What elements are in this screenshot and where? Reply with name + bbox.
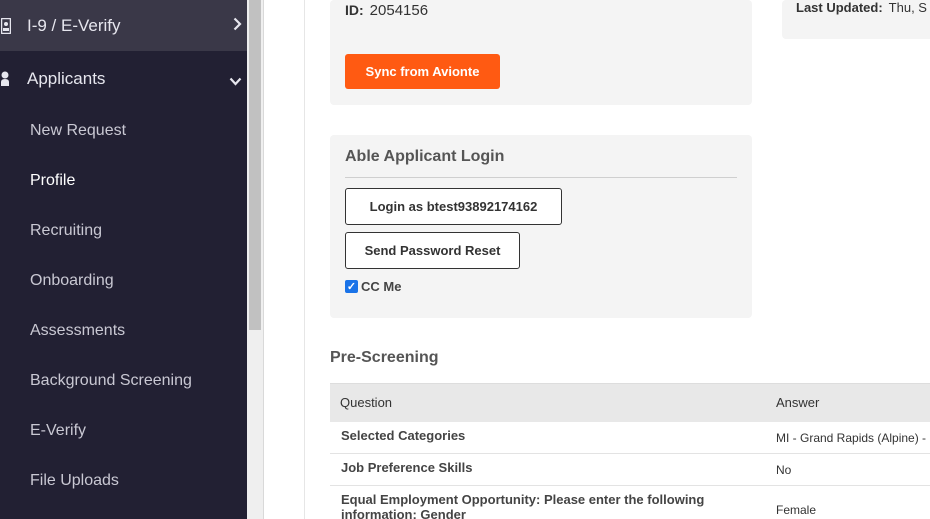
sidebar-item-i9-everify[interactable]: I-9 / E-Verify [0,0,247,51]
question-cell: Job Preference Skills [341,460,473,475]
scrollbar-thumb[interactable] [249,0,261,330]
divider [345,177,737,178]
cc-me-checkbox[interactable]: ✓ [345,280,358,293]
column-header-answer: Answer [776,395,820,410]
sidebar-item-label: I-9 / E-Verify [27,16,121,35]
sidebar-item-assessments[interactable]: Assessments [30,322,125,340]
table-row: Selected Categories MI - Grand Rapids (A… [330,422,930,454]
chevron-down-icon[interactable] [229,73,242,89]
answer-cell: Female [776,503,817,517]
section-title: Pre-Screening [330,349,439,366]
answer-cell: MI - Grand Rapids (Alpine) - [776,431,927,445]
column-header-question: Question [340,395,393,410]
sidebar-item-label: Applicants [27,69,106,88]
table-header: Question Answer [330,383,930,422]
last-updated-value: Thu, S [888,0,927,15]
applicant-id: ID: 2054156 [345,2,428,19]
sidebar-item-file-uploads[interactable]: File Uploads [30,472,119,490]
table-row: Equal Employment Opportunity: Please ent… [330,486,930,519]
chevron-right-icon[interactable] [233,17,242,34]
answer-cell: No [776,463,792,477]
sync-from-avionte-button[interactable]: Sync from Avionte [345,54,500,89]
sidebar-item-e-verify[interactable]: E-Verify [30,422,86,440]
sidebar-item-applicants[interactable]: Applicants [0,51,247,106]
sidebar-item-profile[interactable]: Profile [30,172,75,190]
cc-me-label: CC Me [361,279,402,294]
sidebar-item-new-request[interactable]: New Request [30,122,126,140]
user-icon [0,70,12,86]
sidebar-item-recruiting[interactable]: Recruiting [30,222,102,240]
id-value: 2054156 [369,2,429,19]
login-as-applicant-button[interactable]: Login as btest93892174162 [345,188,562,225]
last-updated-label: Last Updated: [796,0,883,15]
send-password-reset-button[interactable]: Send Password Reset [345,232,520,269]
section-title: Able Applicant Login [345,148,505,165]
cc-me-option[interactable]: ✓ CC Me [345,279,401,294]
question-cell: Selected Categories [341,428,466,443]
last-updated: Last Updated: Thu, S [796,0,927,15]
id-label: ID: [345,2,364,18]
id-card-icon [0,17,12,35]
table-row: Job Preference Skills No [330,454,930,486]
sidebar: I-9 / E-Verify Applicants New Request Pr… [0,0,247,519]
sidebar-item-onboarding[interactable]: Onboarding [30,272,114,290]
divider [304,0,305,519]
sidebar-row-i9[interactable]: I-9 / E-Verify [0,0,247,51]
sidebar-item-background-screening[interactable]: Background Screening [30,372,192,390]
question-cell: Equal Employment Opportunity: Please ent… [341,492,705,519]
